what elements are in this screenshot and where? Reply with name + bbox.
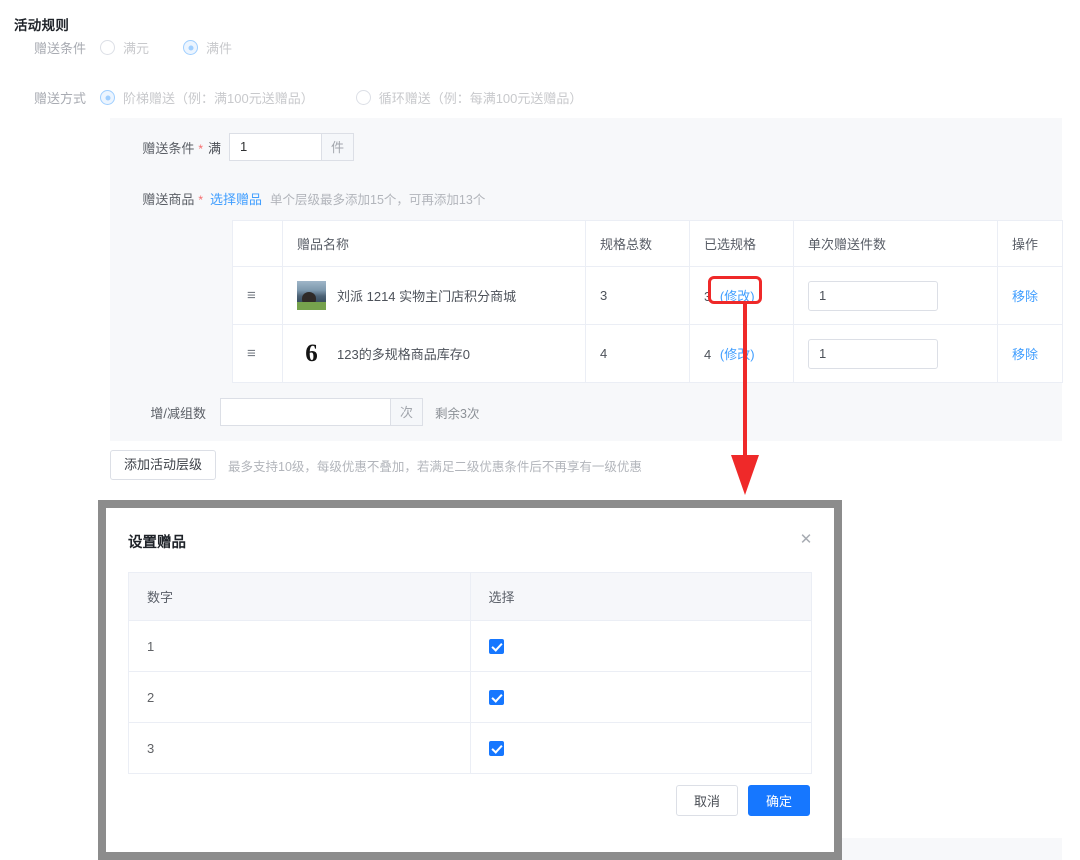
modal-select-cell bbox=[470, 620, 812, 672]
spec-selected-count: 3 bbox=[704, 289, 712, 304]
gift-name-cell: 6 123的多规格商品库存0 bbox=[282, 324, 586, 383]
checkbox-checked-icon[interactable] bbox=[488, 690, 504, 706]
drag-handle-icon[interactable]: ≡ bbox=[247, 346, 256, 361]
add-activity-level-button[interactable]: 添加活动层级 bbox=[110, 450, 217, 480]
add-level-hint: 最多支持10级，每级优惠不叠加，若满足二级优惠条件后不再享有一级优惠 bbox=[228, 459, 642, 474]
spec-edit-link[interactable]: (修改) bbox=[720, 347, 755, 362]
spec-selected-cell: 3 (修改) bbox=[689, 266, 794, 325]
col-spec-total: 规格总数 bbox=[585, 220, 690, 267]
modal-table-row: 3 bbox=[128, 722, 812, 774]
rule-level-panel: 赠送条件* 满 件 赠送商品* 选择赠品 单个层级最多添加15个，可再添加13个 bbox=[110, 118, 1063, 441]
modal-number-cell: 1 bbox=[128, 620, 471, 672]
radio-circle-icon bbox=[355, 90, 371, 105]
modal-gift-spec-table: 数字 选择 1 2 3 bbox=[128, 572, 812, 774]
set-gift-modal-frame: 设置赠品 ✕ 数字 选择 1 2 3 取消 确定 bbox=[98, 500, 842, 860]
gift-name-cell: 刘派 1214 实物主门店积分商城 bbox=[282, 266, 586, 325]
required-star-icon: * bbox=[198, 192, 203, 207]
table-row: ≡ 6 123的多规格商品库存0 4 4 (修改) 1 移除 bbox=[232, 324, 1063, 383]
gift-method-radio-row: 赠送方式 阶梯赠送（例：满100元送赠品） 循环赠送（例：每满100元送赠品） bbox=[20, 88, 616, 107]
gift-qty-input[interactable] bbox=[808, 280, 938, 311]
remove-link[interactable]: 移除 bbox=[1012, 289, 1038, 304]
gift-condition-input[interactable] bbox=[229, 133, 322, 161]
spec-total-cell: 4 bbox=[585, 324, 690, 383]
product-name: 123的多规格商品库存0 bbox=[337, 347, 470, 362]
col-gift-name: 赠品名称 bbox=[282, 220, 586, 267]
radio-label: 满件 bbox=[206, 41, 233, 56]
modal-select-cell bbox=[470, 723, 812, 774]
group-count-unit: 次 bbox=[390, 398, 424, 426]
cancel-button[interactable]: 取消 bbox=[676, 785, 738, 816]
radio-label: 阶梯赠送（例：满100元送赠品） bbox=[123, 91, 314, 106]
col-action: 操作 bbox=[997, 220, 1063, 267]
close-icon[interactable]: ✕ bbox=[798, 532, 814, 548]
drag-cell[interactable]: ≡ bbox=[232, 324, 283, 383]
radio-label: 满元 bbox=[123, 41, 150, 56]
radio-cycle-gift[interactable]: 循环赠送（例：每满100元送赠品） bbox=[355, 88, 583, 107]
gift-product-field-row: 赠送商品 * 选择赠品 单个层级最多添加15个，可再添加13个 bbox=[110, 176, 1062, 220]
group-count-label: 增/减组数 bbox=[150, 405, 206, 421]
radio-man-jian[interactable]: 满件 bbox=[183, 38, 232, 57]
modal-table-row: 1 bbox=[128, 620, 812, 672]
spec-total-cell: 3 bbox=[585, 266, 690, 325]
action-cell: 移除 bbox=[997, 266, 1063, 325]
activity-rule-page: 活动规则 赠送条件 满元 满件 赠送方式 阶梯赠送（例：满100元送赠品） 循环… bbox=[0, 0, 1080, 860]
gift-table-header-row: 赠品名称 规格总数 已选规格 单次赠送件数 操作 bbox=[232, 220, 1063, 267]
confirm-button[interactable]: 确定 bbox=[748, 785, 810, 816]
set-gift-modal: 设置赠品 ✕ 数字 选择 1 2 3 取消 确定 bbox=[106, 508, 834, 852]
col-drag bbox=[232, 220, 283, 267]
spec-selected-cell: 4 (修改) bbox=[689, 324, 794, 383]
modal-footer: 取消 确定 bbox=[676, 785, 810, 816]
checkbox-checked-icon[interactable] bbox=[488, 741, 504, 757]
drag-cell[interactable]: ≡ bbox=[232, 266, 283, 325]
qty-cell bbox=[793, 324, 998, 383]
radio-label: 循环赠送（例：每满100元送赠品） bbox=[378, 91, 583, 106]
qty-cell bbox=[793, 266, 998, 325]
modal-number-cell: 3 bbox=[128, 722, 471, 774]
gift-condition-unit: 件 bbox=[321, 133, 355, 161]
spec-edit-link[interactable]: (修改) bbox=[720, 289, 755, 304]
modal-number-cell: 2 bbox=[128, 671, 471, 723]
spec-selected-count: 4 bbox=[704, 347, 712, 362]
radio-ladder-gift[interactable]: 阶梯赠送（例：满100元送赠品） bbox=[100, 88, 314, 107]
radio-circle-filled-icon bbox=[183, 40, 199, 55]
radio-circle-icon bbox=[100, 40, 115, 55]
gift-product-hint: 单个层级最多添加15个，可再添加13个 bbox=[270, 192, 486, 207]
radio-circle-filled-icon bbox=[100, 90, 115, 105]
modal-col-select: 选择 bbox=[470, 572, 812, 621]
group-count-remaining: 剩余3次 bbox=[435, 406, 480, 421]
required-star-icon: * bbox=[198, 141, 203, 156]
modal-title: 设置赠品 bbox=[128, 535, 186, 551]
gift-condition-radio-row: 赠送条件 满元 满件 bbox=[20, 38, 266, 57]
product-thumbnail-image bbox=[297, 281, 326, 310]
gift-product-label: 赠送商品 * bbox=[142, 191, 203, 207]
drag-handle-icon[interactable]: ≡ bbox=[247, 288, 256, 303]
modal-table-header-row: 数字 选择 bbox=[128, 572, 812, 621]
page-title: 活动规则 bbox=[14, 18, 70, 33]
checkbox-checked-icon[interactable] bbox=[488, 639, 504, 655]
select-gift-link[interactable]: 选择赠品 bbox=[210, 189, 262, 208]
modal-table-wrap: 数字 选择 1 2 3 bbox=[128, 572, 812, 774]
table-row: ≡ 刘派 1214 实物主门店积分商城 3 3 (修改) 1 移除 bbox=[232, 266, 1063, 325]
remove-link[interactable]: 移除 bbox=[1012, 347, 1038, 362]
col-spec-selected: 已选规格 bbox=[689, 220, 794, 267]
gift-condition-field-row: 赠送条件* 满 件 bbox=[110, 118, 1062, 176]
radio-man-yuan[interactable]: 满元 bbox=[100, 38, 149, 57]
col-qty-per-gift: 单次赠送件数 bbox=[793, 220, 998, 267]
group-count-input[interactable] bbox=[220, 398, 390, 426]
modal-col-number: 数字 bbox=[128, 572, 471, 621]
product-thumbnail-image: 6 bbox=[297, 339, 326, 368]
action-cell: 移除 bbox=[998, 325, 1063, 383]
gift-condition-label: 赠送条件 * bbox=[142, 140, 203, 156]
group-count-field-row: 增/减组数 次 剩余3次 bbox=[110, 383, 1062, 441]
gift-qty-input[interactable] bbox=[808, 338, 938, 369]
add-level-row: 添加活动层级 最多支持10级，每级优惠不叠加，若满足二级优惠条件后不再享有一级优… bbox=[110, 450, 642, 480]
gift-method-row-label: 赠送方式 bbox=[33, 91, 86, 106]
gift-table-wrap: 赠品名称 规格总数 已选规格 单次赠送件数 操作 ≡ 刘派 1214 实物主门店… bbox=[110, 220, 1063, 383]
gift-condition-row-label: 赠送条件 bbox=[33, 41, 86, 56]
modal-select-cell bbox=[470, 671, 812, 723]
gift-condition-prefix: 满 bbox=[208, 140, 222, 156]
modal-table-row: 2 bbox=[128, 671, 812, 723]
gift-table: 赠品名称 规格总数 已选规格 单次赠送件数 操作 ≡ 刘派 1214 实物主门店… bbox=[232, 220, 1063, 383]
product-name: 刘派 1214 实物主门店积分商城 bbox=[337, 289, 517, 304]
